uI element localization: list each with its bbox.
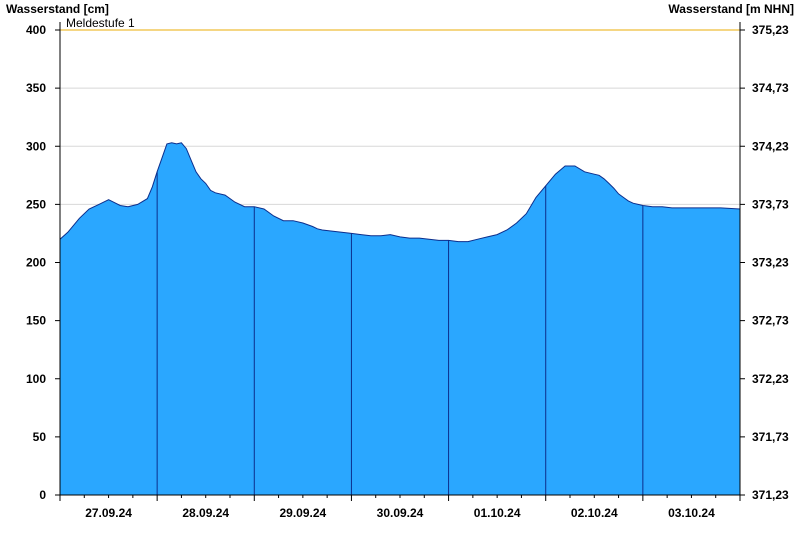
y-tick-label-right: 372,23 (752, 372, 789, 386)
y-tick-label-left: 200 (26, 256, 46, 270)
y-tick-label-left: 0 (39, 488, 46, 502)
threshold-label: Meldestufe 1 (66, 16, 135, 30)
y-tick-label-left: 250 (26, 197, 46, 211)
x-tick-label: 02.10.24 (571, 506, 618, 520)
water-level-area (60, 142, 740, 496)
y-tick-label-right: 375,23 (752, 23, 789, 37)
y-tick-label-right: 371,23 (752, 488, 789, 502)
water-level-chart: Wasserstand [cm] Wasserstand [m NHN] Mel… (6, 2, 794, 520)
x-tick-label: 03.10.24 (668, 506, 715, 520)
y-ticks-right: 371,23 371,73 372,23 372,73 373,23 373,73 374,… (740, 23, 789, 502)
x-tick-label: 29.09.24 (279, 506, 326, 520)
y-tick-label-right: 373,23 (752, 256, 789, 270)
y-tick-label-right: 372,73 (752, 314, 789, 328)
y-tick-label-left: 300 (26, 139, 46, 153)
x-tick-label: 27.09.24 (85, 506, 132, 520)
y-axis-label-left: Wasserstand [cm] (6, 2, 109, 16)
threshold-layer: Meldestufe 1 (60, 16, 740, 31)
y-tick-label-left: 350 (26, 81, 46, 95)
x-tick-label: 01.10.24 (474, 506, 521, 520)
y-tick-label-left: 150 (26, 314, 46, 328)
y-axis-label-right: Wasserstand [m NHN] (668, 2, 794, 16)
series-area-layer (59, 142, 741, 496)
y-tick-label-left: 400 (26, 23, 46, 37)
y-tick-label-right: 374,23 (752, 139, 789, 153)
x-tick-label: 28.09.24 (182, 506, 229, 520)
y-tick-label-right: 371,73 (752, 430, 789, 444)
x-ticks: 27.09.24 28.09.24 29.09.24 30.09.24 01.10.24… (59, 495, 741, 520)
y-tick-label-left: 50 (33, 430, 47, 444)
y-ticks-left: 0 50 100 150 200 250 300 350 400 (26, 23, 60, 502)
y-tick-label-right: 373,73 (752, 197, 789, 211)
y-tick-label-left: 100 (26, 372, 46, 386)
x-tick-label: 30.09.24 (377, 506, 424, 520)
y-tick-label-right: 374,73 (752, 81, 789, 95)
